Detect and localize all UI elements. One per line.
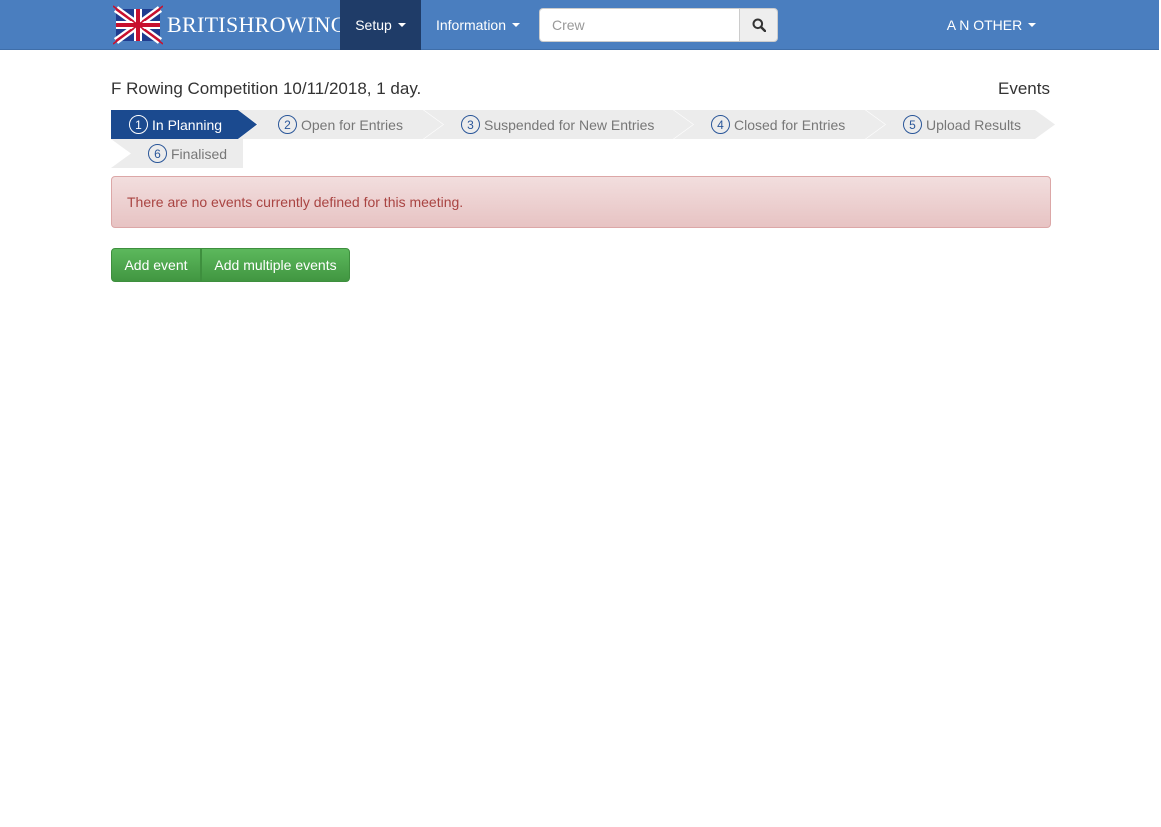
step-open-for-entries[interactable]: 2 Open for Entries — [238, 110, 444, 139]
caret-down-icon — [397, 23, 406, 27]
step-label: Upload Results — [926, 116, 1021, 133]
search-button[interactable] — [739, 8, 778, 42]
union-flag-icon — [113, 5, 163, 45]
top-navbar: BRITISHROWING Setup Information A N OTHE… — [0, 0, 1161, 50]
caret-down-icon — [1028, 23, 1037, 27]
step-in-planning[interactable]: 1 In Planning — [111, 110, 258, 139]
step-label: Closed for Entries — [734, 116, 846, 133]
caret-down-icon — [512, 23, 521, 27]
step-label: Finalised — [171, 145, 228, 162]
no-events-alert: There are no events currently defined fo… — [111, 176, 1051, 228]
step-number: 3 — [461, 115, 480, 134]
information-menu-label: Information — [435, 17, 507, 33]
step-suspended-for-new-entries[interactable]: 3 Suspended for New Entries — [424, 110, 694, 139]
user-menu[interactable]: A N OTHER — [934, 0, 1049, 50]
section-title: Events — [998, 79, 1050, 98]
british-rowing-logo[interactable]: BRITISHROWING — [113, 3, 347, 47]
information-menu[interactable]: Information — [421, 0, 535, 50]
search-icon — [752, 18, 766, 32]
step-label: In Planning — [152, 116, 223, 133]
step-number: 2 — [278, 115, 297, 134]
event-actions: Add event Add multiple events — [111, 248, 350, 282]
step-number: 6 — [148, 144, 167, 163]
crew-search-input[interactable] — [539, 8, 739, 42]
add-multiple-events-button[interactable]: Add multiple events — [201, 248, 350, 282]
step-label: Open for Entries — [301, 116, 403, 133]
step-number: 1 — [129, 115, 148, 134]
add-event-button[interactable]: Add event — [111, 248, 201, 282]
brand-text: BRITISHROWING — [167, 12, 347, 37]
page-title: F Rowing Competition 10/11/2018, 1 day. — [111, 79, 422, 98]
step-number: 4 — [711, 115, 730, 134]
step-upload-results[interactable]: 5 Upload Results — [866, 110, 1056, 139]
setup-menu[interactable]: Setup — [340, 0, 421, 50]
step-closed-for-entries[interactable]: 4 Closed for Entries — [674, 110, 886, 139]
setup-menu-label: Setup — [355, 17, 392, 33]
alert-message: There are no events currently defined fo… — [127, 194, 464, 210]
user-menu-label: A N OTHER — [946, 17, 1023, 33]
step-label: Suspended for New Entries — [484, 116, 655, 133]
step-number: 5 — [903, 115, 922, 134]
crew-search — [539, 8, 778, 42]
step-finalised[interactable]: 6 Finalised — [111, 139, 243, 168]
